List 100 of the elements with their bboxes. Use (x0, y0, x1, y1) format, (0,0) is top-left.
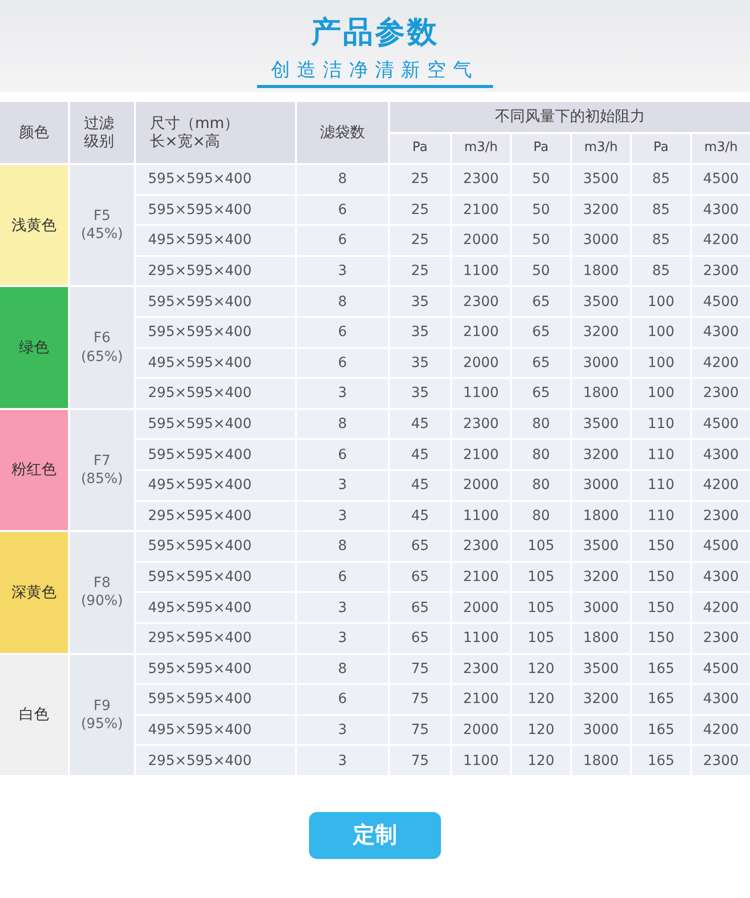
table-cell: 595×595×400 (136, 532, 295, 561)
table-cell: 2300 (452, 532, 510, 561)
table-cell: 50 (512, 165, 570, 194)
table-cell: 100 (632, 318, 690, 347)
table-cell: 150 (632, 562, 690, 592)
table-cell: 595×595×400 (136, 654, 295, 684)
column-header: m3/h (692, 134, 750, 163)
table-cell: 3000 (572, 593, 630, 622)
table-cell: 2000 (452, 226, 510, 255)
table-cell: 3200 (572, 196, 630, 224)
table-cell: 25 (390, 165, 450, 194)
table-cell: 595×595×400 (136, 165, 295, 194)
table-cell: 1100 (452, 379, 510, 408)
color-cell: 粉红色 (0, 410, 68, 530)
table-cell: 105 (512, 593, 570, 622)
column-header-text: 过滤 (84, 115, 114, 132)
table-cell: 6 (297, 318, 388, 347)
table-cell: 3200 (572, 440, 630, 469)
table-cell: 35 (390, 287, 450, 316)
table-cell: 2300 (692, 379, 750, 408)
table-cell: 45 (390, 410, 450, 438)
color-cell: 绿色 (0, 287, 68, 408)
table-cell: 2300 (452, 287, 510, 316)
table-cell: 4500 (692, 410, 750, 438)
table-cell: 110 (632, 410, 690, 438)
column-header: m3/h (452, 134, 510, 163)
table-cell: 1800 (572, 379, 630, 408)
column-group-header: 不同风量下的初始阻力 (390, 102, 750, 132)
table-cell: 3 (297, 379, 388, 408)
table-cell: 45 (390, 502, 450, 530)
table-cell: 595×595×400 (136, 318, 295, 347)
table-cell: 4300 (692, 318, 750, 347)
table-cell: 65 (512, 287, 570, 316)
column-header: Pa (512, 134, 570, 163)
table-cell: 4200 (692, 470, 750, 500)
table-cell: 1100 (452, 502, 510, 530)
grade-text: F9 (94, 696, 110, 715)
table-cell: 4300 (692, 562, 750, 592)
table-cell: 65 (390, 532, 450, 561)
table-cell: 8 (297, 410, 388, 438)
table-cell: 1100 (452, 746, 510, 775)
table-cell: 2000 (452, 470, 510, 500)
table-cell: 8 (297, 287, 388, 316)
column-header-text: 级别 (84, 132, 114, 150)
table-cell: 595×595×400 (136, 562, 295, 592)
efficiency-text: (95%) (80, 714, 124, 733)
table-cell: 2300 (692, 746, 750, 775)
table-cell: 1800 (572, 502, 630, 530)
table-cell: 3500 (572, 654, 630, 684)
table-cell: 65 (512, 348, 570, 378)
table-cell: 2000 (452, 593, 510, 622)
table-cell: 6 (297, 440, 388, 469)
table-cell: 75 (390, 685, 450, 714)
table-cell: 25 (390, 196, 450, 224)
table-cell: 65 (390, 593, 450, 622)
table-cell: 85 (632, 226, 690, 255)
table-cell: 2300 (452, 654, 510, 684)
table-cell: 85 (632, 165, 690, 194)
table-cell: 45 (390, 470, 450, 500)
table-cell: 65 (390, 562, 450, 592)
table-cell: 35 (390, 379, 450, 408)
table-cell: 3500 (572, 532, 630, 561)
table-cell: 3000 (572, 348, 630, 378)
table-cell: 2300 (452, 165, 510, 194)
table-cell: 3 (297, 470, 388, 500)
table-cell: 165 (632, 685, 690, 714)
table-cell: 295×595×400 (136, 624, 295, 652)
table-cell: 3000 (572, 470, 630, 500)
table-cell: 165 (632, 654, 690, 684)
table-cell: 120 (512, 654, 570, 684)
table-cell: 100 (632, 379, 690, 408)
table-cell: 3200 (572, 685, 630, 714)
table-cell: 150 (632, 593, 690, 622)
efficiency-text: (85%) (80, 470, 124, 488)
table-cell: 3 (297, 746, 388, 775)
table-cell: 495×595×400 (136, 593, 295, 622)
table-cell: 1100 (452, 624, 510, 652)
table-cell: 8 (297, 654, 388, 684)
table-cell: 4200 (692, 716, 750, 744)
table-cell: 100 (632, 287, 690, 316)
table-cell: 35 (390, 348, 450, 378)
efficiency-text: (90%) (80, 592, 124, 610)
table-cell: 8 (297, 532, 388, 561)
grade-text: F7 (94, 452, 110, 470)
table-cell: 6 (297, 196, 388, 224)
table-cell: 2300 (692, 624, 750, 652)
table-cell: 4500 (692, 532, 750, 561)
table-cell: 2300 (692, 256, 750, 286)
table-cell: 295×595×400 (136, 256, 295, 286)
table-cell: 8 (297, 165, 388, 194)
color-cell: 深黄色 (0, 532, 68, 652)
table-cell: 6 (297, 562, 388, 592)
table-cell: 3200 (572, 562, 630, 592)
table-cell: 595×595×400 (136, 685, 295, 714)
table-cell: 75 (390, 746, 450, 775)
table-cell: 3 (297, 593, 388, 622)
customize-button[interactable]: 定制 (309, 812, 441, 859)
table-cell: 110 (632, 470, 690, 500)
color-cell: 浅黄色 (0, 165, 68, 286)
table-cell: 2300 (452, 410, 510, 438)
